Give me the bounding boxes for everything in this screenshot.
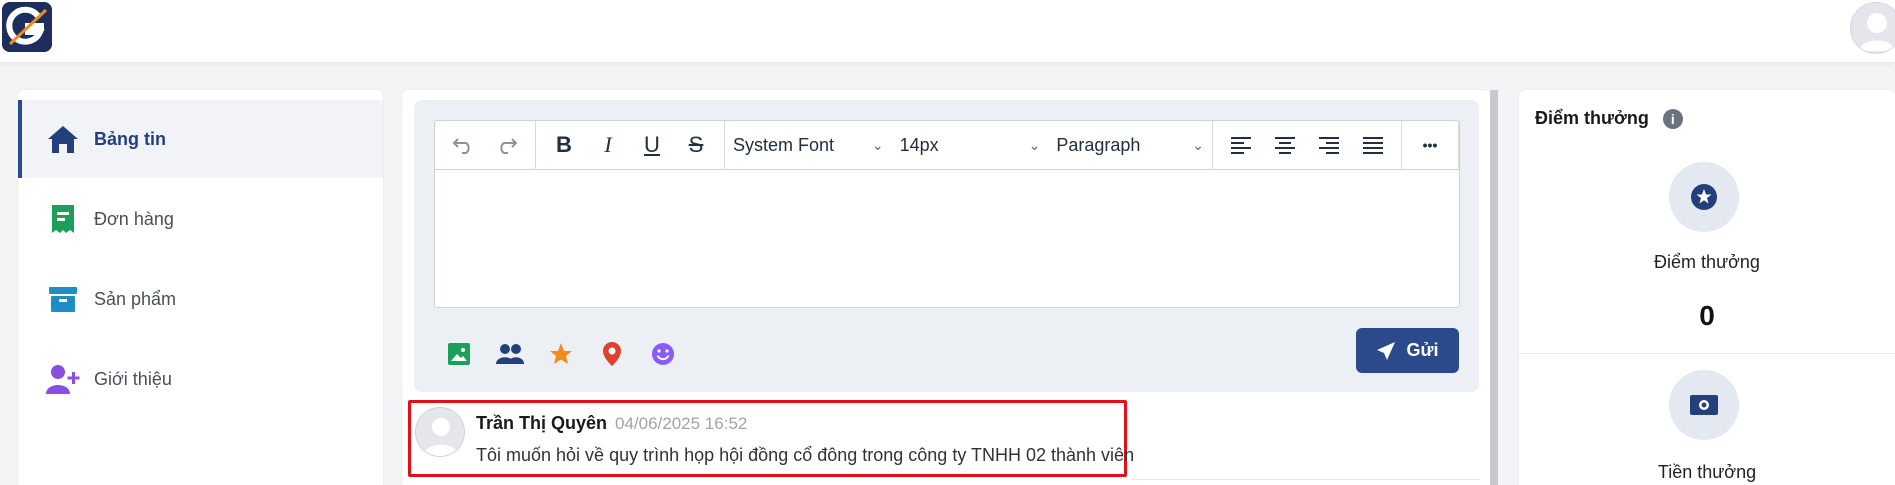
points-value: 0 — [1699, 300, 1715, 331]
send-label: Gửi — [1406, 340, 1439, 360]
sidebar-item-label: Giới thiệu — [94, 368, 172, 389]
more-button[interactable]: ••• — [1408, 127, 1452, 163]
attachment-bar — [442, 337, 697, 371]
sidebar-item-label: Sản phẩm — [94, 288, 177, 309]
align-right-icon[interactable] — [1307, 127, 1351, 163]
location-pin-icon[interactable] — [595, 337, 629, 371]
block-format-value: Paragraph — [1056, 134, 1141, 155]
scrollbar[interactable] — [1490, 90, 1498, 485]
info-icon[interactable]: i — [1662, 108, 1683, 129]
emoji-icon[interactable] — [646, 337, 680, 371]
home-icon — [46, 122, 80, 156]
image-icon[interactable] — [442, 337, 476, 371]
top-bar — [0, 0, 1895, 62]
receipt-icon — [46, 202, 80, 236]
undo-icon[interactable] — [441, 127, 485, 163]
star-icon[interactable] — [544, 337, 578, 371]
font-family-select[interactable]: System Font ⌄ — [725, 127, 892, 163]
sidebar-item-feed[interactable]: Bảng tin — [18, 100, 383, 178]
rich-text-editor[interactable]: B I U S System Font ⌄ 14px ⌄ Paragraph ⌄ — [434, 120, 1460, 308]
redo-icon[interactable] — [485, 127, 529, 163]
g-logo-icon[interactable] — [2, 2, 52, 52]
font-size-value: 14px — [899, 134, 939, 155]
user-plus-icon — [46, 362, 80, 396]
align-left-icon[interactable] — [1219, 127, 1263, 163]
send-button[interactable]: Gửi — [1356, 328, 1459, 373]
rewards-title: Điểm thưởng i — [1535, 108, 1683, 129]
block-format-select[interactable]: Paragraph ⌄ — [1048, 120, 1213, 170]
post-author[interactable]: Trần Thị Quyên — [476, 413, 607, 434]
panel-divider — [1519, 353, 1895, 354]
rewards-panel: Điểm thưởng i Điểm thưởng 0 Tiền thưởng — [1519, 90, 1895, 485]
more-group: ••• — [1402, 120, 1459, 170]
cash-label: Tiền thưởng — [1657, 462, 1757, 482]
send-icon — [1377, 341, 1396, 360]
sidebar-item-label: Đơn hàng — [94, 208, 174, 229]
people-icon[interactable] — [493, 337, 527, 371]
history-group — [435, 120, 536, 170]
align-center-icon[interactable] — [1263, 127, 1307, 163]
sidebar-item-products[interactable]: Sản phẩm — [18, 260, 383, 338]
chevron-down-icon: ⌄ — [1028, 136, 1041, 153]
points-label: Điểm thưởng — [1654, 252, 1760, 272]
cash-bill-icon — [1669, 370, 1739, 440]
chevron-down-icon: ⌄ — [1192, 136, 1204, 153]
sidebar-item-label: Bảng tin — [94, 128, 166, 149]
font-family-value: System Font — [733, 134, 835, 155]
feed-post[interactable]: Trần Thị Quyên 04/06/2025 16:52 Tôi muốn… — [408, 400, 1134, 477]
rewards-title-text: Điểm thưởng — [1535, 108, 1649, 128]
align-justify-icon[interactable] — [1351, 127, 1395, 163]
post-timestamp: 04/06/2025 16:52 — [615, 414, 748, 433]
sidebar: Bảng tin Đơn hàng Sản phẩm Giới thiệu — [18, 90, 383, 485]
post-content: Tôi muốn hỏi về quy trình họp hội đồng c… — [476, 445, 1135, 465]
italic-button[interactable]: I — [586, 127, 630, 163]
align-group — [1213, 120, 1402, 170]
font-size-select[interactable]: 14px ⌄ — [892, 127, 1049, 163]
archive-box-icon — [46, 282, 80, 316]
editor-toolbar: B I U S System Font ⌄ 14px ⌄ Paragraph ⌄ — [435, 120, 1459, 170]
points-badge-icon — [1669, 162, 1739, 232]
chevron-down-icon: ⌄ — [871, 136, 884, 153]
user-avatar-icon[interactable] — [415, 407, 465, 457]
underline-button[interactable]: U — [630, 127, 674, 163]
format-group: B I U S — [536, 120, 725, 170]
user-avatar-icon[interactable] — [1850, 2, 1895, 54]
sidebar-item-referral[interactable]: Giới thiệu — [18, 340, 383, 418]
bold-button[interactable]: B — [542, 127, 586, 163]
post-divider — [1132, 479, 1480, 480]
strikethrough-button[interactable]: S — [674, 127, 718, 163]
sidebar-item-orders[interactable]: Đơn hàng — [18, 180, 383, 258]
